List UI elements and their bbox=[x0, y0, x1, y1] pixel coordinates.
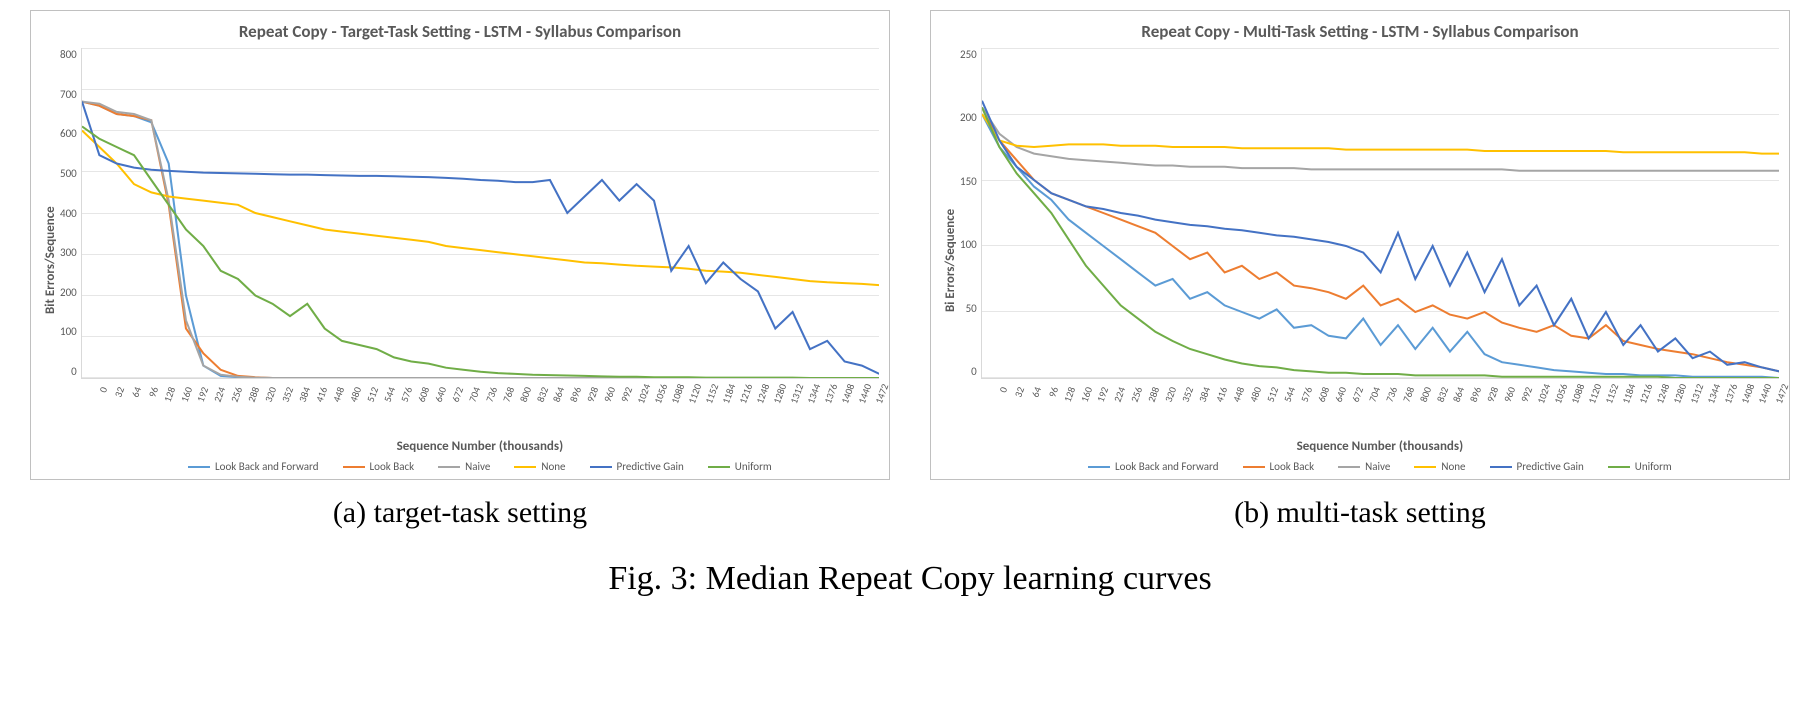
legend-swatch bbox=[1608, 466, 1630, 468]
charts-row: Repeat Copy - Target-Task Setting - LSTM… bbox=[30, 10, 1790, 530]
subcaption-a: (a) target-task setting bbox=[30, 496, 890, 530]
figure-caption: Fig. 3: Median Repeat Copy learning curv… bbox=[30, 560, 1790, 598]
legend-label: None bbox=[541, 460, 565, 473]
chart-b-xaxis: 0326496128160192224256288320352384416448… bbox=[981, 379, 1779, 437]
chart-b-yaxis: 250200150100500 bbox=[960, 48, 981, 378]
series-line bbox=[82, 102, 879, 374]
figure-container: { "figure_caption": "Fig. 3: Median Repe… bbox=[0, 0, 1820, 706]
legend-label: Uniform bbox=[1635, 460, 1672, 473]
chart-b: Repeat Copy - Multi-Task Setting - LSTM … bbox=[930, 10, 1790, 480]
series-line bbox=[82, 102, 879, 378]
legend-label: Look Back bbox=[370, 460, 415, 473]
legend-swatch bbox=[1338, 466, 1360, 468]
legend-swatch bbox=[590, 466, 612, 468]
legend-swatch bbox=[514, 466, 536, 468]
legend-swatch bbox=[438, 466, 460, 468]
legend-swatch bbox=[1414, 466, 1436, 468]
series-line bbox=[82, 102, 879, 378]
subcaption-b: (b) multi-task setting bbox=[930, 496, 1790, 530]
series-line bbox=[82, 126, 879, 378]
legend-item: Naive bbox=[438, 460, 490, 473]
series-line bbox=[982, 114, 1779, 378]
legend-item: None bbox=[1414, 460, 1465, 473]
legend-item: Predictive Gain bbox=[590, 460, 684, 473]
series-line bbox=[982, 101, 1779, 372]
legend-label: Uniform bbox=[735, 460, 772, 473]
chart-a: Repeat Copy - Target-Task Setting - LSTM… bbox=[30, 10, 890, 480]
panel-a: Repeat Copy - Target-Task Setting - LSTM… bbox=[30, 10, 890, 530]
series-line bbox=[82, 102, 879, 378]
legend-label: Look Back and Forward bbox=[215, 460, 319, 473]
chart-b-title: Repeat Copy - Multi-Task Setting - LSTM … bbox=[941, 21, 1779, 42]
legend-item: Naive bbox=[1338, 460, 1390, 473]
panel-b: Repeat Copy - Multi-Task Setting - LSTM … bbox=[930, 10, 1790, 530]
series-line bbox=[82, 131, 879, 286]
chart-b-xlabel: Sequence Number (thousands) bbox=[981, 439, 1779, 454]
legend-item: Predictive Gain bbox=[1490, 460, 1584, 473]
series-line bbox=[982, 114, 1779, 154]
legend-label: Naive bbox=[465, 460, 490, 473]
legend-label: Predictive Gain bbox=[617, 460, 684, 473]
chart-b-lines bbox=[982, 48, 1779, 378]
chart-a-plot bbox=[81, 48, 879, 379]
legend-item: Look Back bbox=[1243, 460, 1315, 473]
legend-swatch bbox=[343, 466, 365, 468]
chart-a-title: Repeat Copy - Target-Task Setting - LSTM… bbox=[41, 21, 879, 42]
legend-label: Look Back bbox=[1270, 460, 1315, 473]
legend-item: None bbox=[514, 460, 565, 473]
chart-a-ylabel: Bit Errors/Sequence bbox=[41, 48, 60, 473]
legend-swatch bbox=[1490, 466, 1512, 468]
chart-a-yaxis: 8007006005004003002001000 bbox=[60, 48, 81, 378]
legend-item: Uniform bbox=[1608, 460, 1672, 473]
series-line bbox=[982, 107, 1779, 378]
legend-swatch bbox=[1243, 466, 1265, 468]
legend-swatch bbox=[1088, 466, 1110, 468]
series-line bbox=[982, 107, 1779, 371]
legend-label: None bbox=[1441, 460, 1465, 473]
series-line bbox=[982, 107, 1779, 170]
chart-a-lines bbox=[82, 48, 879, 378]
chart-b-plot bbox=[981, 48, 1779, 379]
chart-b-legend: Look Back and Forward Look Back Naive None P… bbox=[981, 460, 1779, 473]
chart-b-ylabel: Bi Errors/Sequence bbox=[941, 48, 960, 473]
chart-a-legend: Look Back and Forward Look Back Naive None P… bbox=[81, 460, 879, 473]
legend-item: Look Back and Forward bbox=[188, 460, 319, 473]
legend-swatch bbox=[708, 466, 730, 468]
legend-swatch bbox=[188, 466, 210, 468]
legend-label: Look Back and Forward bbox=[1115, 460, 1219, 473]
legend-item: Look Back and Forward bbox=[1088, 460, 1219, 473]
legend-item: Uniform bbox=[708, 460, 772, 473]
legend-label: Naive bbox=[1365, 460, 1390, 473]
legend-item: Look Back bbox=[343, 460, 415, 473]
legend-label: Predictive Gain bbox=[1517, 460, 1584, 473]
chart-a-xlabel: Sequence Number (thousands) bbox=[81, 439, 879, 454]
chart-a-xaxis: 0326496128160192224256288320352384416448… bbox=[81, 379, 879, 437]
